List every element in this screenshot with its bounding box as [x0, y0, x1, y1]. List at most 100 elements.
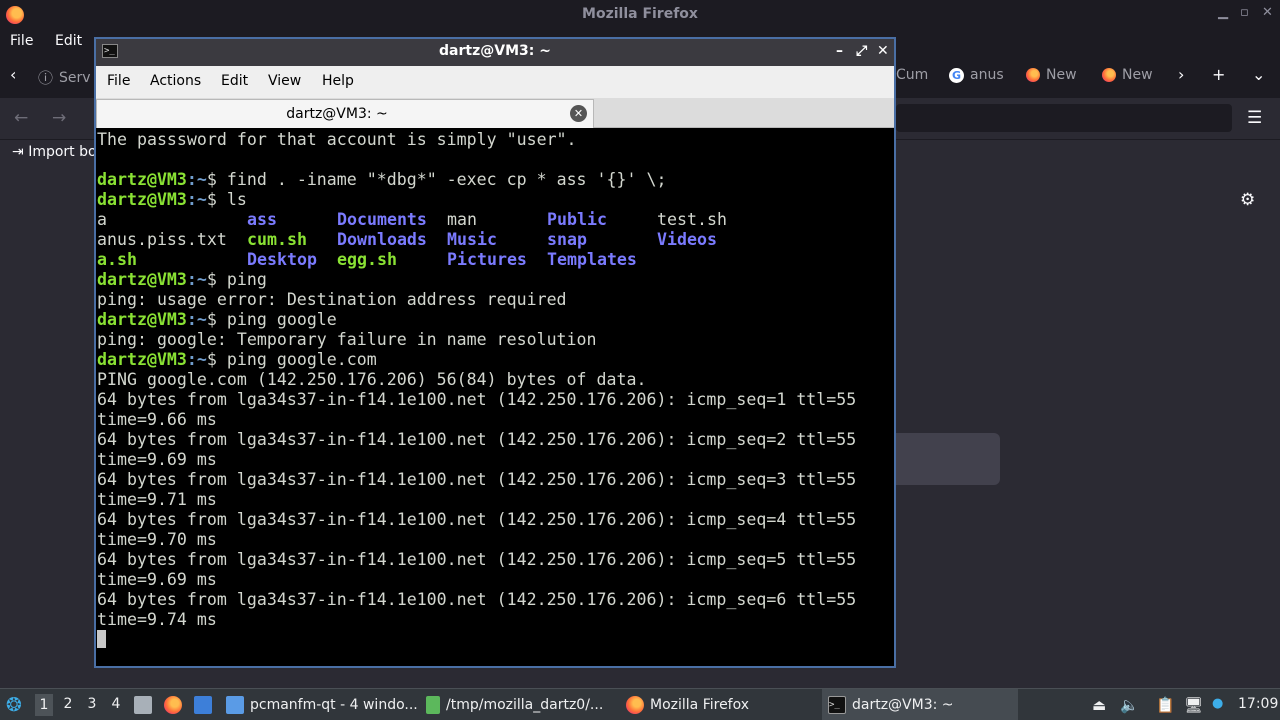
output-line: time=9.70 ms: [97, 530, 217, 549]
command-text: find . -iname "*dbg*" -exec cp * ass '{}…: [216, 170, 667, 189]
quicklaunch-file-manager[interactable]: [134, 689, 152, 720]
workspace-1[interactable]: 1: [35, 694, 53, 716]
tray-eject-icon[interactable]: ⏏: [1092, 696, 1106, 714]
task-terminal[interactable]: >_ dartz@VM3: ~: [822, 689, 1018, 720]
close-icon[interactable]: ✕: [1262, 5, 1273, 20]
ls-entry: Music: [447, 230, 497, 249]
tabs-scroll-right-icon[interactable]: ›: [1178, 65, 1184, 84]
command-text: ping google: [216, 310, 337, 329]
workspace-4[interactable]: 4: [107, 696, 125, 712]
task-pcmanfm[interactable]: pcmanfm-qt - 4 windo...: [222, 689, 418, 720]
prompt-symbol: $: [206, 310, 217, 329]
ls-entry: a: [97, 210, 107, 229]
firefox-icon: [1026, 68, 1040, 82]
ls-entry: man: [447, 210, 477, 229]
prompt-user: dartz@VM3: [97, 310, 187, 329]
command-text: ping: [216, 270, 267, 289]
folder-icon: [226, 695, 244, 714]
network-icon[interactable]: 🖥: [1184, 696, 1203, 714]
tab-label: Cum: [896, 67, 929, 83]
maximize-icon[interactable]: ⤢: [856, 43, 867, 59]
clipboard-icon[interactable]: 📋: [1156, 696, 1175, 714]
tab-cum[interactable]: Cum: [896, 67, 928, 83]
forward-icon[interactable]: →: [52, 108, 66, 128]
firefox-icon: [626, 695, 644, 714]
command-text: ping google.com: [216, 350, 377, 369]
terminal-titlebar[interactable]: >_ dartz@VM3: ~ – ⤢ ✕: [96, 39, 894, 66]
tab-new-1[interactable]: New: [1026, 67, 1077, 83]
tab-google-search[interactable]: G anus: [949, 67, 1004, 83]
output-line: ping: usage error: Destination address r…: [97, 290, 567, 309]
ls-entry: cum.sh: [247, 230, 307, 249]
menu-actions[interactable]: Actions: [150, 73, 201, 89]
menu-edit[interactable]: Edit: [55, 33, 82, 49]
ls-entry: anus.piss.txt: [97, 230, 227, 249]
ls-output-row: a ass Documents man Public test.sh: [97, 210, 893, 230]
prompt-user: dartz@VM3: [97, 350, 187, 369]
output-line: time=9.74 ms: [97, 610, 217, 629]
volume-icon[interactable]: 🔈: [1120, 696, 1139, 714]
task-firefox[interactable]: Mozilla Firefox: [622, 689, 818, 720]
output-line: time=9.71 ms: [97, 490, 217, 509]
prompt-path: :~: [186, 190, 207, 209]
prompt-user: dartz@VM3: [97, 170, 187, 189]
ls-entry: snap: [547, 230, 587, 249]
terminal-menubar: File Actions Edit View Help: [96, 66, 894, 98]
cursor-line: [97, 630, 893, 650]
output-line: ping: google: Temporary failure in name …: [97, 330, 597, 349]
command-line: dartz@VM3:~$ ping: [97, 270, 893, 290]
task-tmp-folder[interactable]: /tmp/mozilla_dartz0/...: [422, 689, 618, 720]
tab-new-2[interactable]: New: [1102, 67, 1153, 83]
close-icon[interactable]: ✕: [877, 43, 889, 59]
task-label: dartz@VM3: ~: [852, 696, 954, 713]
firefox-titlebar: Mozilla Firefox ▁ ▫ ✕: [0, 0, 1280, 30]
tab-services[interactable]: ⓘ Serv: [38, 67, 91, 88]
close-tab-icon[interactable]: ✕: [570, 105, 587, 122]
terminal-tab[interactable]: dartz@VM3: ~ ✕: [96, 99, 594, 128]
lubuntu-logo-icon: ❂: [6, 693, 22, 716]
menu-file[interactable]: File: [10, 33, 33, 49]
back-icon[interactable]: ←: [14, 108, 28, 128]
minimize-icon[interactable]: –: [836, 43, 843, 59]
ls-entry: Videos: [657, 230, 717, 249]
menu-edit[interactable]: Edit: [221, 73, 248, 89]
output-line: time=9.69 ms: [97, 570, 217, 589]
firefox-window-title: Mozilla Firefox: [582, 6, 698, 22]
start-menu-button[interactable]: ❂: [6, 689, 22, 720]
new-tab-icon[interactable]: +: [1212, 65, 1225, 84]
menu-view[interactable]: View: [268, 73, 301, 89]
terminal-tab-label: dartz@VM3: ~: [286, 106, 388, 122]
menu-file[interactable]: File: [107, 73, 130, 89]
maximize-icon[interactable]: ▫: [1240, 5, 1249, 20]
import-bookmarks-button[interactable]: ⇥ Import bo: [12, 144, 97, 160]
url-bar[interactable]: [896, 104, 1232, 132]
command-line: dartz@VM3:~$ ping google.com: [97, 350, 893, 370]
ls-entry: Public: [547, 210, 607, 229]
menu-help[interactable]: Help: [322, 73, 354, 89]
settings-gear-icon[interactable]: ⚙: [1240, 190, 1255, 210]
quicklaunch-firefox[interactable]: [164, 689, 182, 720]
workspace-2[interactable]: 2: [59, 696, 77, 712]
clock[interactable]: 17:09: [1238, 696, 1278, 712]
show-desktop-icon: [194, 695, 212, 714]
prompt-path: :~: [186, 270, 207, 289]
prompt-path: :~: [186, 350, 207, 369]
hamburger-menu-icon[interactable]: ☰: [1247, 108, 1262, 128]
updates-icon[interactable]: ●: [1212, 696, 1223, 711]
terminal-output[interactable]: The passsword for that account is simply…: [97, 130, 893, 666]
tab-label: New: [1046, 67, 1077, 83]
output-line: time=9.66 ms: [97, 410, 217, 429]
terminal-tabbar: dartz@VM3: ~ ✕: [96, 98, 894, 128]
list-all-tabs-icon[interactable]: ⌄: [1252, 65, 1265, 84]
command-line: dartz@VM3:~$ find . -iname "*dbg*" -exec…: [97, 170, 893, 190]
workspace-3[interactable]: 3: [83, 696, 101, 712]
tabs-scroll-left-icon[interactable]: ‹: [10, 65, 16, 84]
minimize-icon[interactable]: ▁: [1218, 5, 1228, 20]
ls-entry: Desktop: [247, 250, 317, 269]
ls-entry: Templates: [547, 250, 637, 269]
output-line: 64 bytes from lga34s37-in-f14.1e100.net …: [97, 430, 857, 449]
search-box[interactable]: [896, 433, 1000, 485]
quicklaunch-desktop[interactable]: [194, 689, 212, 720]
terminal-window: >_ dartz@VM3: ~ – ⤢ ✕ File Actions Edit …: [94, 37, 896, 668]
